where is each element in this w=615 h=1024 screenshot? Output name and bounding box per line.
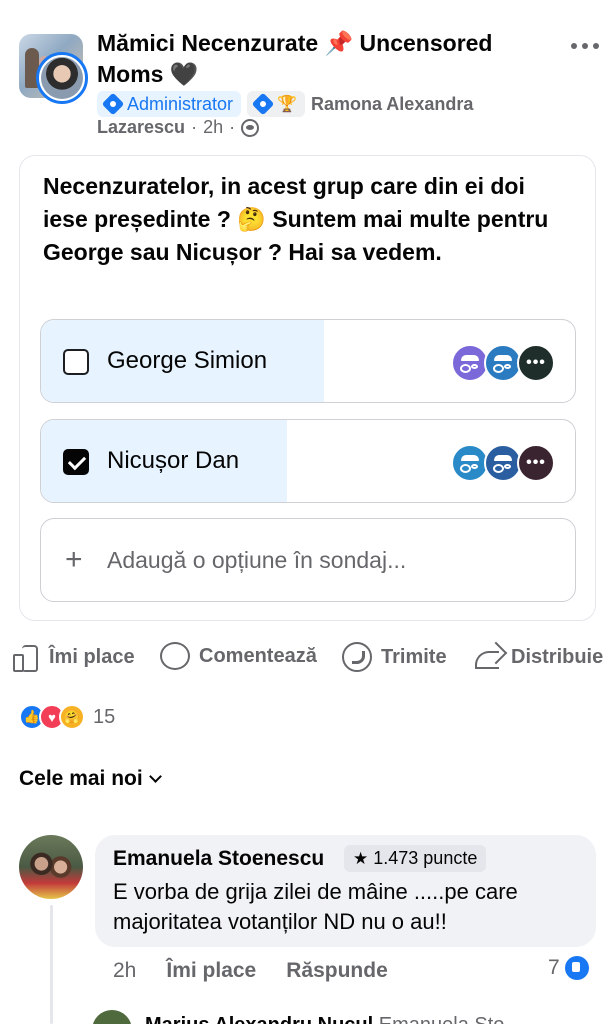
checkbox-checked-icon[interactable]	[63, 449, 89, 475]
poll-option-nicusor-dan[interactable]: Nicușor Dan •••	[40, 419, 576, 503]
more-options-button[interactable]	[565, 34, 605, 58]
share-arrow-icon	[472, 642, 502, 672]
comment-meta: 2h Îmi place Răspunde	[113, 957, 388, 985]
dot	[582, 43, 588, 49]
chevron-down-icon	[148, 770, 162, 783]
author-name[interactable]: Ramona Alexandra	[311, 94, 473, 115]
group-title[interactable]: Mămici Necenzurate 📌 Uncensored Moms 🖤	[97, 28, 537, 90]
admin-badge[interactable]: Administrator	[97, 91, 242, 117]
comments-sort-dropdown[interactable]: Cele mai noi	[19, 767, 162, 791]
group-privacy-icon	[241, 118, 260, 137]
share-button[interactable]: Distribuie	[472, 642, 603, 672]
separator-dot: ·	[191, 117, 198, 137]
like-label: Îmi place	[49, 645, 135, 668]
admin-badge-label: Administrator	[127, 93, 234, 114]
commenter-name[interactable]: Emanuela Stoenescu	[113, 847, 324, 871]
comments-sort-label: Cele mai noi	[19, 767, 143, 790]
comment-reactions[interactable]: 7	[548, 956, 589, 980]
admin-shield-icon	[101, 92, 125, 116]
comment-text: E vorba de grija zilei de mâine .....pe …	[113, 879, 518, 934]
shield-icon	[251, 92, 275, 116]
more-voters-icon: •••	[517, 444, 555, 482]
poll-option-label: Nicușor Dan	[107, 447, 240, 474]
poll-option-george-simion[interactable]: George Simion •••	[40, 319, 576, 403]
commenter-avatar[interactable]	[19, 835, 83, 899]
thumbs-up-icon	[10, 642, 40, 672]
add-poll-option-button[interactable]: + Adaugă o opțiune în sondaj...	[40, 518, 576, 602]
voter-avatars[interactable]: •••	[451, 344, 557, 382]
trophy-icon: 🏆	[277, 96, 297, 113]
comment-like-count: 7	[548, 956, 560, 979]
author-avatar[interactable]	[36, 52, 88, 104]
share-label: Distribuie	[511, 645, 604, 668]
post-header: Mămici Necenzurate 📌 Uncensored Moms 🖤 A…	[0, 0, 615, 150]
separator-dot: ·	[229, 117, 236, 137]
voter-avatars[interactable]: •••	[451, 444, 557, 482]
plus-icon: +	[65, 543, 83, 576]
author-name-continued[interactable]: Lazarescu	[97, 117, 185, 138]
send-label: Trimite	[381, 645, 447, 668]
dot	[571, 43, 577, 49]
care-reaction-icon: 🤗	[59, 704, 85, 730]
reply-author-name[interactable]: Marius Alexandru Nucul	[145, 1014, 373, 1024]
comment-reply-button[interactable]: Răspunde	[286, 959, 388, 983]
reply-mention[interactable]: Emanuela Sto	[379, 1014, 505, 1024]
author-badges: Administrator 🏆 Ramona Alexandra	[97, 90, 607, 118]
reply-preview[interactable]: Marius Alexandru Nucul Emanuela Sto	[145, 1014, 504, 1024]
points-badge[interactable]: ★ 1.473 puncte	[344, 845, 487, 872]
comment-time[interactable]: 2h	[113, 959, 136, 983]
comment-bubble-icon	[160, 642, 190, 670]
send-whatsapp-button[interactable]: Trimite	[342, 642, 447, 672]
comment-like-button[interactable]: Îmi place	[166, 959, 256, 983]
reply-author-avatar[interactable]	[92, 1010, 132, 1024]
poll-question: Necenzuratelor, in acest grup care din e…	[43, 173, 549, 265]
like-reaction-icon	[564, 956, 589, 980]
post-time[interactable]: 2h	[203, 117, 223, 138]
comment-button[interactable]: Comentează	[160, 642, 317, 670]
comment-label: Comentează	[199, 644, 317, 667]
checkbox-unchecked-icon[interactable]	[63, 349, 89, 375]
contributor-badge[interactable]: 🏆	[247, 91, 305, 117]
post-action-bar: Îmi place Comentează Trimite Distribuie	[0, 640, 615, 676]
points-label: 1.473 puncte	[373, 848, 478, 868]
reaction-count: 15	[93, 705, 116, 728]
reply-thread-line	[50, 905, 53, 1024]
star-icon: ★	[353, 848, 369, 868]
reactions-summary[interactable]: 👍 ♥ 🤗 15	[19, 703, 115, 731]
like-button[interactable]: Îmi place	[10, 642, 135, 672]
add-poll-option-label: Adaugă o opțiune în sondaj...	[107, 547, 407, 573]
dot	[593, 43, 599, 49]
more-voters-icon: •••	[517, 344, 555, 382]
poll-card: Necenzuratelor, in acest grup care din e…	[19, 155, 596, 621]
post-meta: Lazarescu · 2h ·	[97, 117, 260, 138]
poll-option-label: George Simion	[107, 347, 268, 374]
whatsapp-icon	[342, 642, 372, 672]
comment-bubble[interactable]: Emanuela Stoenescu ★ 1.473 puncte E vorb…	[95, 835, 596, 947]
